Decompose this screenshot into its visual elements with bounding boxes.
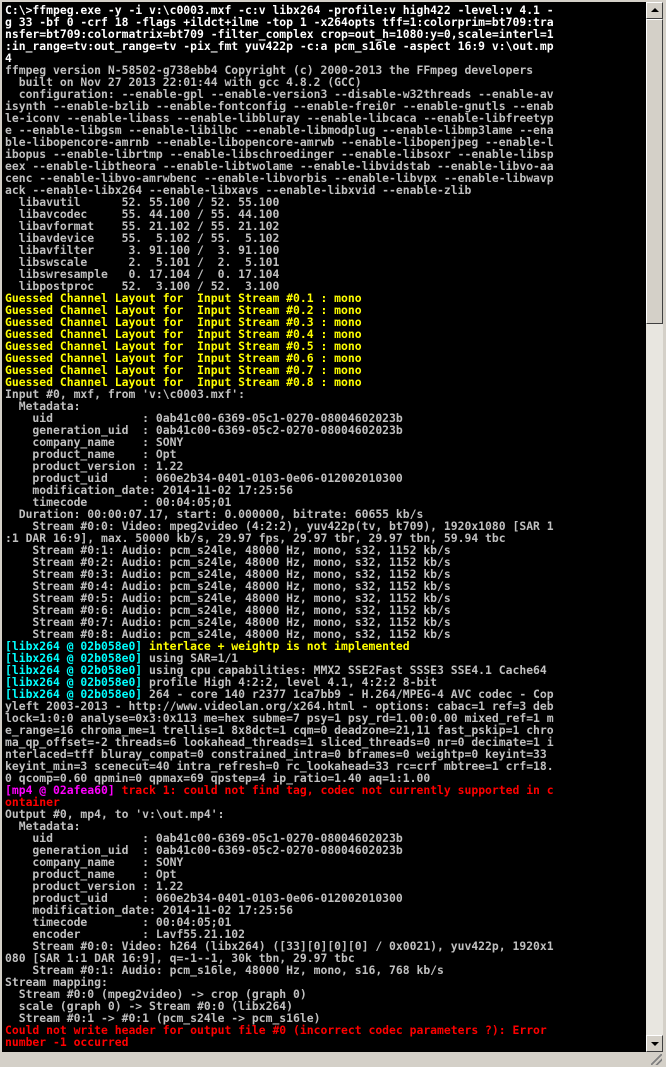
scroll-thumb[interactable] — [646, 19, 663, 324]
console-line: Input #0, mxf, from 'v:\c0003.mxf': — [5, 387, 246, 401]
vertical-scrollbar[interactable] — [646, 2, 663, 1052]
scroll-down-button[interactable] — [646, 1035, 663, 1052]
console-line: :in_range=tv:out_range=tv -pix_fmt yuv42… — [5, 39, 554, 53]
arrow-down-icon — [651, 1042, 659, 1046]
console-line-message: track 1: could not find tag, codec not c… — [114, 783, 554, 797]
console-output[interactable]: C:\>ffmpeg.exe -y -i v:\c0003.mxf -c:v l… — [2, 2, 646, 1052]
console-line: Output #0, mp4, to 'v:\out.mp4': — [5, 807, 225, 821]
resize-grip-icon[interactable] — [651, 1054, 662, 1065]
scroll-up-button[interactable] — [646, 2, 663, 19]
window-bottom-border — [0, 1052, 666, 1067]
console-window: C:\>ffmpeg.exe -y -i v:\c0003.mxf -c:v l… — [0, 0, 666, 1067]
arrow-up-icon — [651, 8, 659, 12]
console-lines: C:\>ffmpeg.exe -y -i v:\c0003.mxf -c:v l… — [5, 4, 646, 1048]
console-line: [mp4 @ 02afea60] track 1: could not find… — [5, 784, 646, 796]
console-line: number -1 occurred — [5, 1035, 129, 1049]
